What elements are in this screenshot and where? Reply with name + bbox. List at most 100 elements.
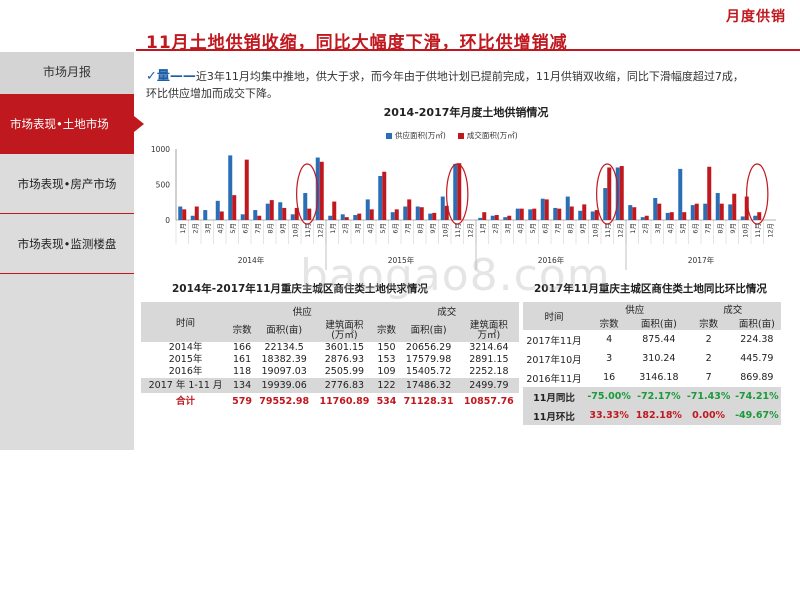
- bar-deal-2016年-7月: [557, 208, 562, 220]
- bar-supply-2014年-10月: [290, 214, 295, 220]
- sidebar-item-land-market[interactable]: 市场表现•土地市场: [0, 94, 144, 154]
- x-tick-label: 8月: [266, 223, 274, 234]
- table-cell: 109: [377, 366, 396, 377]
- bar-deal-2017年-6月: [694, 203, 699, 220]
- x-tick-label: 10月: [291, 223, 299, 238]
- col-supply-area: 面积(亩): [254, 320, 315, 342]
- x-tick-label: 4月: [366, 223, 374, 234]
- table-row: 2014年 166 22134.5 3601.15 150 20656.29 3214.64: [141, 342, 519, 354]
- bar-deal-2015年-8月: [419, 207, 424, 220]
- bar-supply-2015年-10月: [440, 196, 445, 220]
- table-cell: -74.21%: [732, 387, 781, 406]
- table-cell: 7: [705, 372, 712, 383]
- bar-supply-2017年-6月: [690, 205, 695, 220]
- table-cell: 2: [705, 353, 712, 364]
- bar-supply-2016年-9月: [578, 210, 583, 220]
- bar-supply-2016年-7月: [553, 207, 558, 220]
- table-cell: 875.44: [642, 334, 676, 345]
- bar-deal-2015年-6月: [394, 209, 399, 220]
- table-row-ytd: 2017 年 1-11 月 134 19939.06 2776.83 122 17486.…: [141, 378, 519, 393]
- table-cell: 161: [233, 354, 252, 365]
- bar-supply-2014年-8月: [265, 203, 270, 220]
- bar-deal-2017年-4月: [669, 212, 674, 220]
- x-tick-label: 6月: [391, 223, 399, 234]
- bar-supply-2017年-7月: [703, 203, 708, 220]
- table-cell: 310.24: [642, 353, 676, 364]
- y-tick-label: 0: [165, 216, 170, 225]
- bar-deal-2016年-8月: [569, 206, 574, 220]
- table-cell: 10857.76: [463, 396, 514, 407]
- x-tick-label: 1月: [479, 223, 487, 234]
- table-cell: 2505.99: [324, 366, 365, 377]
- table-cell: 2016年11月: [526, 373, 582, 385]
- year-label: 2017年: [688, 255, 715, 265]
- table-cell: 2017年10月: [526, 354, 582, 366]
- sidebar-item-label: 市场表现•房产市场: [17, 176, 117, 191]
- col-deal-build: 建筑面积 万㎡): [458, 320, 519, 342]
- table-row: 2016年 118 19097.03 2505.99 109 15405.72 2252.1…: [141, 366, 519, 378]
- intro-text: ✓量——近3年11月均集中推地，供大于求，而今年由于供地计划已提前完成，11月供…: [146, 68, 746, 102]
- bar-deal-2015年-7月: [407, 199, 412, 220]
- table-row: 2017年11月 4 875.44 2 224.38: [523, 330, 781, 349]
- bar-deal-2016年-12月: [619, 166, 624, 220]
- bar-deal-2014年-12月: [319, 161, 324, 220]
- x-tick-label: 9月: [279, 223, 287, 234]
- bar-supply-2016年-11月: [603, 188, 608, 220]
- col-supply-build: 建筑面积 (万㎡): [314, 320, 375, 342]
- table-cell: 22134.5: [264, 342, 304, 353]
- intro-lead: ✓量——: [146, 69, 196, 84]
- bar-deal-2014年-2月: [194, 206, 199, 220]
- x-tick-label: 5月: [529, 223, 537, 234]
- bar-supply-2016年-8月: [565, 196, 570, 220]
- supply-demand-table: 时间 供应 成交 宗数 面积(亩) 建筑面积 (万㎡) 宗数 面积(亩) 建筑面积…: [141, 302, 519, 411]
- x-tick-label: 10月: [741, 223, 749, 238]
- x-tick-label: 12月: [766, 223, 774, 238]
- x-tick-label: 10月: [441, 223, 449, 238]
- table-cell: 2016年: [168, 366, 203, 377]
- sidebar-item-monitored-projects[interactable]: 市场表现•监测楼盘: [0, 214, 134, 274]
- table-cell: 869.89: [740, 372, 774, 383]
- bar-deal-2016年-4月: [519, 208, 524, 220]
- table-cell: 17579.98: [405, 354, 452, 365]
- x-tick-label: 7月: [404, 223, 412, 234]
- bar-deal-2016年-1月: [482, 212, 487, 220]
- table-row-yoy: 11月同比 -75.00% -72.17% -71.43% -74.21%: [523, 387, 781, 406]
- monthly-supply-deal-chart: 0 500 1000 1月 2月 3月 4月 5月 6月 7月 8月 9月 10月 11月 12月 2014年…: [151, 145, 776, 270]
- bar-deal-2017年-8月: [719, 203, 724, 220]
- col-time: 时间: [141, 302, 231, 342]
- x-tick-label: 5月: [229, 223, 237, 234]
- table-cell: 153: [377, 354, 396, 365]
- col-deal-area: 面积(亩): [732, 316, 781, 330]
- bar-deal-2014年-11月: [307, 208, 312, 220]
- col-supply-count: 宗数: [585, 316, 634, 330]
- table-cell: 445.79: [740, 353, 774, 364]
- bar-deal-2014年-6月: [244, 159, 249, 220]
- table1-title: 2014年-2017年11月重庆主城区商住类土地供求情况: [172, 283, 428, 295]
- bar-supply-2015年-2月: [340, 214, 345, 220]
- brand-label: 月度供销: [726, 9, 786, 25]
- y-tick-label: 1000: [151, 145, 170, 154]
- x-tick-label: 11月: [304, 223, 312, 238]
- bar-supply-2017年-1月: [628, 205, 633, 220]
- bar-supply-2014年-2月: [190, 215, 195, 220]
- table-row: 2017年10月 3 310.24 2 445.79: [523, 349, 781, 368]
- active-pointer-icon: [134, 116, 144, 132]
- table-cell: 33.33%: [585, 406, 634, 425]
- table-cell: -49.67%: [732, 406, 781, 425]
- bar-deal-2016年-5月: [532, 208, 537, 220]
- table-cell: 134: [230, 378, 255, 393]
- x-tick-label: 3月: [204, 223, 212, 234]
- x-tick-label: 7月: [554, 223, 562, 234]
- sidebar-item-property-market[interactable]: 市场表现•房产市场: [0, 154, 134, 214]
- table-cell: 182.18%: [633, 406, 685, 425]
- bar-supply-2017年-3月: [653, 197, 658, 220]
- x-tick-label: 9月: [429, 223, 437, 234]
- table-cell: 0.00%: [684, 406, 733, 425]
- bar-deal-2015年-1月: [332, 201, 337, 220]
- bar-supply-2016年-3月: [503, 217, 508, 220]
- col-deal-area: 面积(亩): [398, 320, 459, 342]
- bar-supply-2014年-7月: [253, 210, 258, 220]
- x-tick-label: 6月: [241, 223, 249, 234]
- bar-supply-2017年-10月: [740, 216, 745, 220]
- bar-deal-2015年-5月: [382, 171, 387, 220]
